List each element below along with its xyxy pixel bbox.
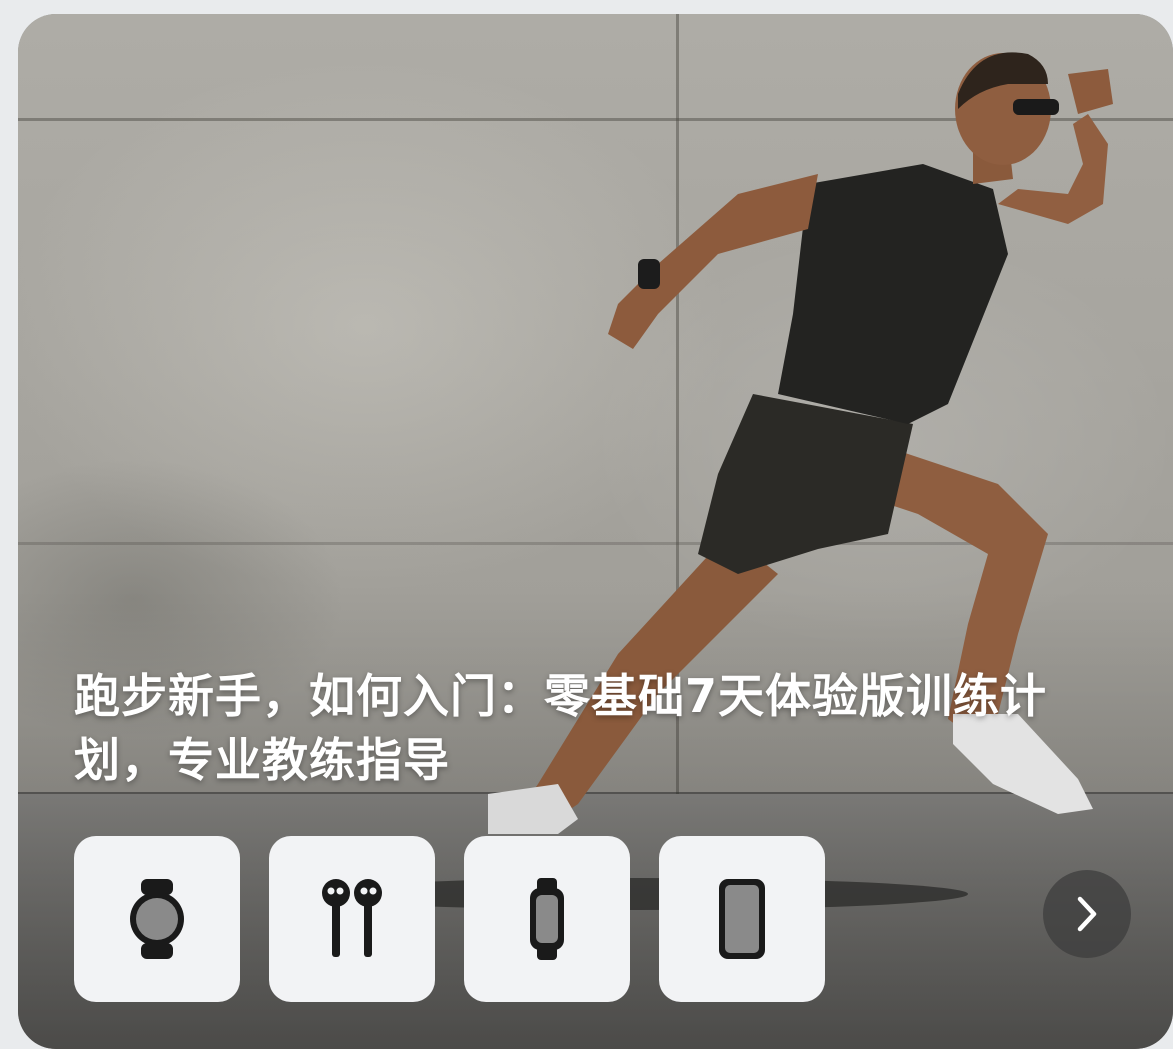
- next-button[interactable]: [1043, 870, 1131, 958]
- device-list: [74, 836, 825, 1002]
- fitness-band-icon: [530, 878, 564, 960]
- device-tile-earbuds[interactable]: [269, 836, 435, 1002]
- round-smartwatch-icon: [130, 879, 184, 959]
- device-tile-band[interactable]: [464, 836, 630, 1002]
- device-tile-phone[interactable]: [659, 836, 825, 1002]
- featured-article-card[interactable]: 跑步新手，如何入门：零基础7天体验版训练计划，专业教练指导: [18, 14, 1173, 1049]
- wireless-earbuds-icon: [322, 879, 382, 957]
- smartphone-icon: [719, 879, 765, 959]
- article-title[interactable]: 跑步新手，如何入门：零基础7天体验版训练计划，专业教练指导: [74, 664, 1134, 792]
- chevron-right-icon: [1077, 896, 1097, 932]
- device-tile-watch[interactable]: [74, 836, 240, 1002]
